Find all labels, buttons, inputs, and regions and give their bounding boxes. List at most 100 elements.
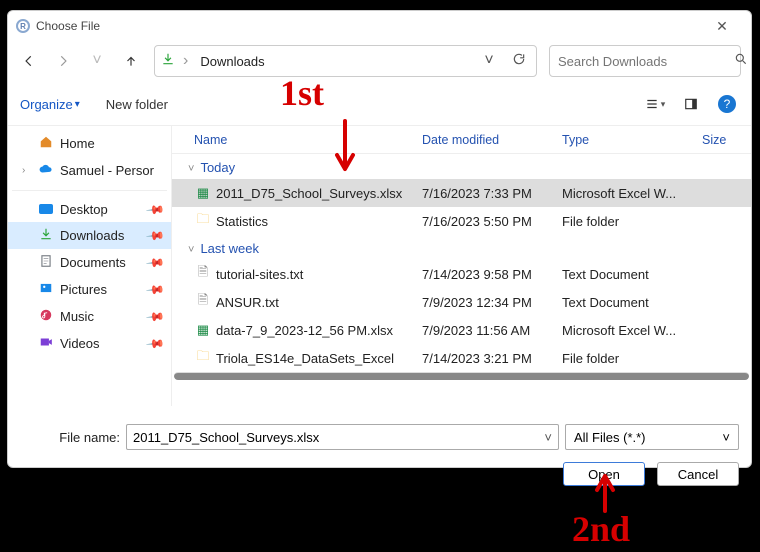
pin-icon: 📌 [145, 252, 165, 272]
music-icon [38, 308, 54, 325]
file-date: 7/14/2023 9:58 PM [422, 267, 562, 282]
group-lastweek[interactable]: Last week [172, 235, 751, 260]
open-label: Open [588, 467, 620, 482]
text-file-icon: 🗎 [194, 291, 212, 313]
excel-icon: ▦ [194, 185, 212, 201]
file-name: Statistics [216, 214, 422, 229]
videos-icon [38, 335, 54, 352]
organize-menu[interactable]: Organize ▾ [20, 97, 80, 112]
nav-row: ˅ › Downloads ˅ [8, 41, 751, 87]
help-button[interactable]: ? [713, 91, 741, 117]
titlebar: R Choose File ✕ [8, 11, 751, 41]
window-title: Choose File [36, 19, 701, 33]
file-date: 7/16/2023 5:50 PM [422, 214, 562, 229]
tree-user[interactable]: › Samuel - Persor [8, 157, 171, 184]
file-type: Text Document [562, 267, 702, 282]
file-open-dialog: R Choose File ✕ ˅ › Downloads ˅ [7, 10, 752, 468]
tree-home-label: Home [60, 136, 95, 151]
col-type[interactable]: Type [562, 133, 702, 147]
file-row[interactable]: 🗎 tutorial-sites.txt 7/14/2023 9:58 PM T… [172, 260, 751, 288]
refresh-button[interactable] [508, 52, 530, 71]
file-row[interactable]: 🗀 Triola_ES14e_DataSets_Excel 7/14/2023 … [172, 344, 751, 372]
tree-documents-label: Documents [60, 255, 126, 270]
group-today[interactable]: Today [172, 154, 751, 179]
onedrive-icon [38, 162, 54, 179]
file-type: File folder [562, 351, 702, 366]
tree-videos-label: Videos [60, 336, 100, 351]
pin-icon: 📌 [145, 199, 165, 219]
scrollbar[interactable] [174, 372, 749, 380]
open-button[interactable]: Open [563, 462, 645, 486]
tree-pictures[interactable]: Pictures 📌 [8, 276, 171, 303]
tree-pictures-label: Pictures [60, 282, 107, 297]
breadcrumb-separator: › [183, 52, 188, 70]
tree-desktop-label: Desktop [60, 202, 108, 217]
file-type: File folder [562, 214, 702, 229]
dialog-footer: File name: ˅ All Files (*.*) ˅ Open Canc… [8, 406, 751, 496]
tree-downloads-label: Downloads [60, 228, 124, 243]
col-name[interactable]: Name [194, 133, 422, 147]
tree-downloads[interactable]: Downloads 📌 [8, 222, 171, 249]
file-row[interactable]: 🗎 ANSUR.txt 7/9/2023 12:34 PM Text Docum… [172, 288, 751, 316]
up-button[interactable] [120, 50, 142, 72]
tree-music[interactable]: Music 📌 [8, 303, 171, 330]
tree-home[interactable]: Home [8, 130, 171, 157]
forward-button[interactable] [52, 50, 74, 72]
file-row[interactable]: 🗀 Statistics 7/16/2023 5:50 PM File fold… [172, 207, 751, 235]
file-type-filter[interactable]: All Files (*.*) ˅ [565, 424, 739, 450]
search-icon [734, 52, 748, 71]
chevron-down-icon[interactable]: ˅ [544, 430, 552, 445]
file-date: 7/9/2023 11:56 AM [422, 323, 562, 338]
search-input[interactable] [558, 54, 734, 69]
file-name-label: File name: [20, 430, 120, 445]
breadcrumb-location[interactable]: Downloads [196, 54, 470, 69]
file-type: Microsoft Excel W... [562, 323, 702, 338]
filter-label: All Files (*.*) [574, 430, 646, 445]
recent-dropdown[interactable]: ˅ [86, 50, 108, 72]
chevron-down-icon: ▾ [75, 99, 80, 110]
search-box[interactable] [549, 45, 741, 77]
documents-icon [38, 254, 54, 271]
col-size[interactable]: Size [702, 133, 751, 147]
desktop-icon [39, 204, 53, 214]
tree-documents[interactable]: Documents 📌 [8, 249, 171, 276]
cancel-button[interactable]: Cancel [657, 462, 739, 486]
new-folder-button[interactable]: New folder [106, 97, 168, 112]
annotation-second: 2nd [572, 508, 630, 550]
nav-tree: Home › Samuel - Persor Desktop 📌 D [8, 126, 172, 406]
preview-pane-button[interactable] [677, 91, 705, 117]
file-name: ANSUR.txt [216, 295, 422, 310]
pin-icon: 📌 [145, 333, 165, 353]
organize-label: Organize [20, 97, 73, 112]
folder-icon: 🗀 [194, 210, 212, 232]
file-name: 2011_D75_School_Surveys.xlsx [216, 186, 422, 201]
view-menu[interactable]: ▾ [641, 91, 669, 117]
toolbar: Organize ▾ New folder ▾ ? [8, 87, 751, 126]
folder-icon: 🗀 [194, 347, 212, 369]
excel-icon: ▦ [194, 322, 212, 338]
file-type: Text Document [562, 295, 702, 310]
file-name: tutorial-sites.txt [216, 267, 422, 282]
location-dropdown[interactable]: ˅ [478, 52, 500, 70]
col-date[interactable]: Date modified [422, 133, 562, 147]
tree-desktop[interactable]: Desktop 📌 [8, 197, 171, 222]
tree-music-label: Music [60, 309, 94, 324]
expand-icon[interactable]: › [22, 165, 32, 176]
file-row[interactable]: ▦ data-7_9_2023-12_56 PM.xlsx 7/9/2023 1… [172, 316, 751, 344]
file-name: data-7_9_2023-12_56 PM.xlsx [216, 323, 422, 338]
cancel-label: Cancel [678, 467, 718, 482]
address-bar[interactable]: › Downloads ˅ [154, 45, 537, 77]
tree-user-label: Samuel - Persor [60, 163, 154, 178]
chevron-down-icon: ˅ [722, 430, 730, 445]
file-row[interactable]: ▦ 2011_D75_School_Surveys.xlsx 7/16/2023… [172, 179, 751, 207]
file-list: Name Date modified Type Size Today ▦ 201… [172, 126, 751, 406]
column-headers: Name Date modified Type Size [172, 126, 751, 154]
close-button[interactable]: ✕ [701, 12, 743, 40]
file-name-input[interactable] [133, 430, 544, 445]
tree-videos[interactable]: Videos 📌 [8, 330, 171, 357]
file-date: 7/16/2023 7:33 PM [422, 186, 562, 201]
download-icon [38, 227, 54, 244]
back-button[interactable] [18, 50, 40, 72]
pin-icon: 📌 [145, 279, 165, 299]
file-name-combobox[interactable]: ˅ [126, 424, 559, 450]
